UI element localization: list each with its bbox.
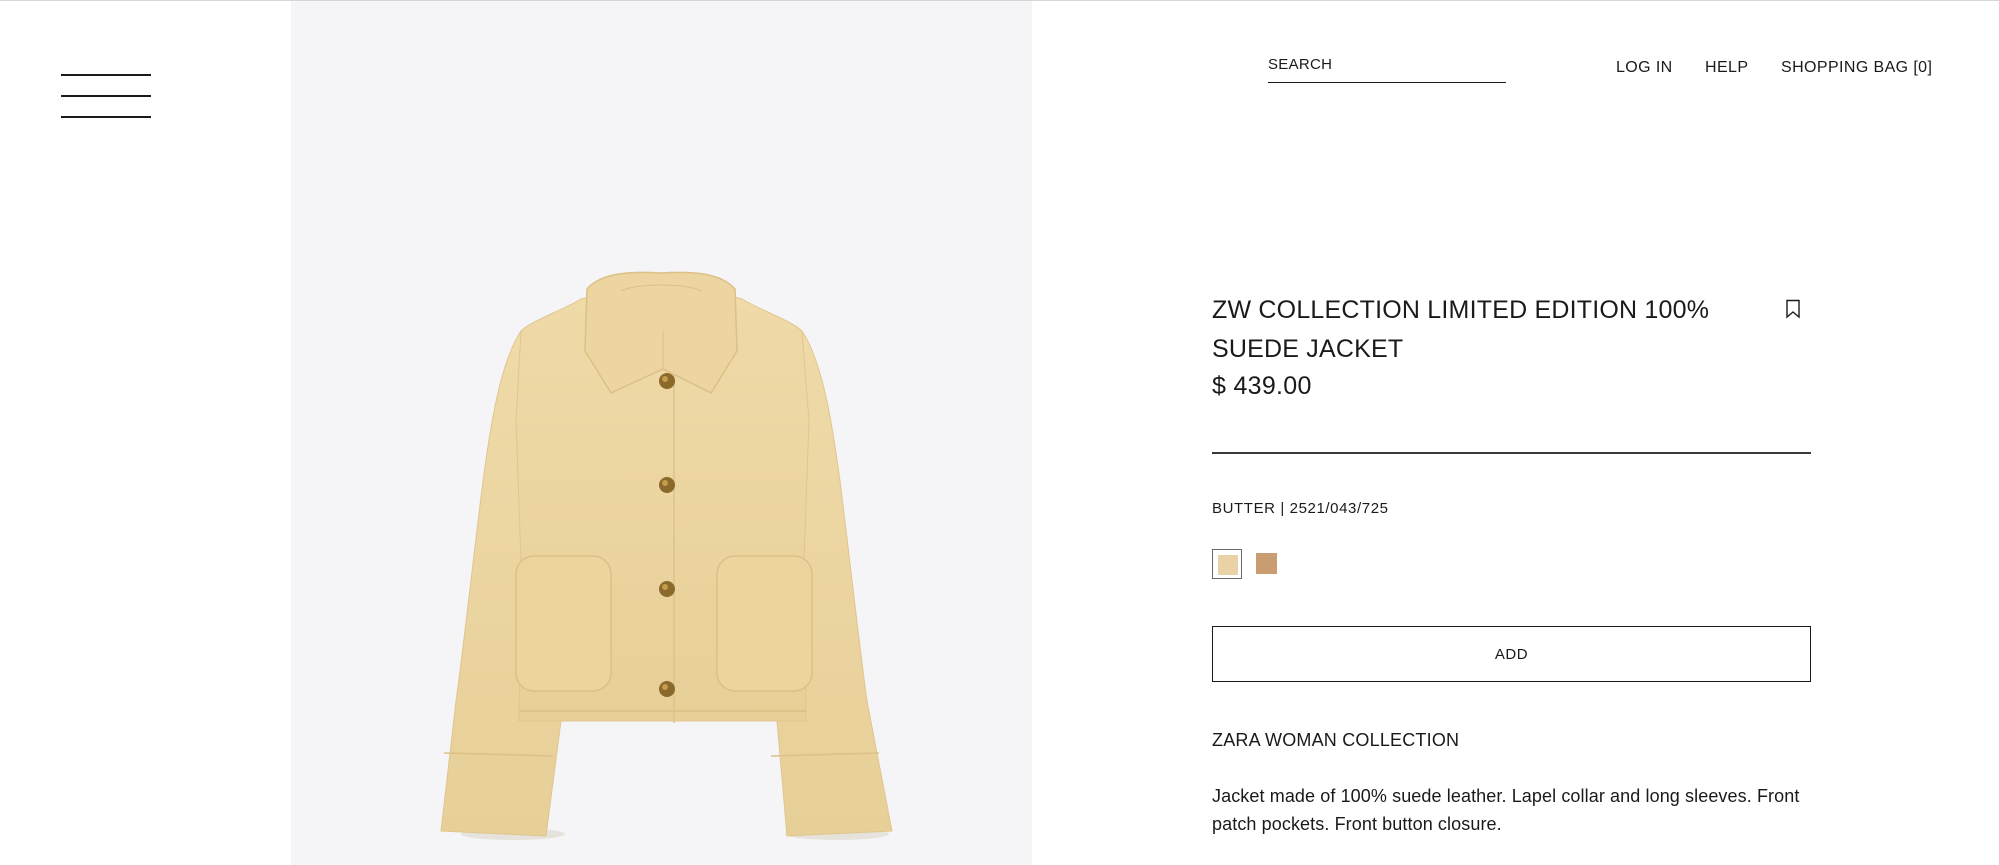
divider [1212,452,1811,454]
color-swatch-tan[interactable] [1252,549,1282,579]
hamburger-menu-icon[interactable] [61,73,151,119]
product-page: SEARCH LOG IN HELP SHOPPING BAG [0] ZW C… [0,0,1999,865]
help-link[interactable]: HELP [1705,59,1748,77]
suede-jacket-illustration [440,271,893,840]
add-to-bag-button[interactable]: ADD [1212,626,1811,682]
swatch-chip [1256,553,1277,574]
product-price: $ 439.00 [1212,372,1312,400]
collection-name: ZARA WOMAN COLLECTION [1212,730,1460,750]
shopping-bag-link[interactable]: SHOPPING BAG [0] [1781,59,1932,77]
color-reference: BUTTER | 2521/043/725 [1212,500,1389,517]
login-link[interactable]: LOG IN [1616,59,1673,77]
bookmark-icon[interactable] [1785,299,1801,319]
swatch-chip [1218,555,1238,575]
color-swatch-butter[interactable] [1212,549,1242,579]
product-description: Jacket made of 100% suede leather. Lapel… [1212,786,1800,834]
product-title: ZW COLLECTION LIMITED EDITION 100% SUEDE… [1212,296,1710,363]
search-input[interactable]: SEARCH [1268,53,1506,83]
product-image[interactable] [291,1,1032,865]
